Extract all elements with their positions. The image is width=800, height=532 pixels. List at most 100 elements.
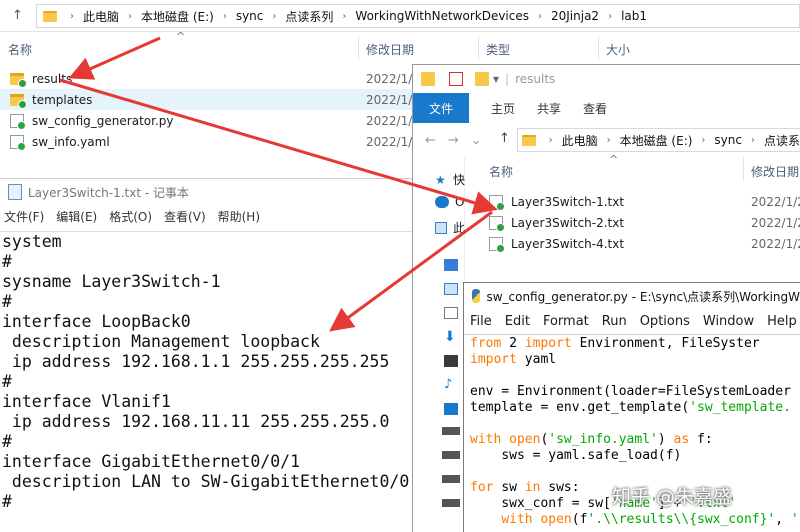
sync-check-icon: [496, 201, 505, 211]
column-divider[interactable]: [358, 36, 359, 60]
menu-help[interactable]: 帮助(H): [218, 208, 260, 225]
file-row-layer3switch-2[interactable]: Layer3Switch-2.txt 2022/1/2: [489, 212, 800, 233]
notepad-line: interface LoopBack0: [2, 312, 191, 331]
nav-quick-access[interactable]: ★ 快: [435, 171, 465, 188]
file-row-results[interactable]: results 2022/1/: [0, 68, 420, 89]
file-row-generator[interactable]: sw_config_generator.py 2022/1/: [0, 110, 420, 131]
chevron-right-icon: ›: [70, 10, 74, 22]
drive-icon[interactable]: [442, 451, 460, 459]
navigation-pane: ★ 快 O 此 ⬇ ♪: [413, 157, 465, 532]
menu-file[interactable]: 文件(F): [4, 208, 44, 225]
menu-run[interactable]: Run: [602, 314, 627, 329]
nav-label: 快: [452, 173, 465, 187]
menu-format[interactable]: 格式(O): [109, 208, 152, 225]
column-type[interactable]: 类型: [486, 36, 510, 62]
customize-dropdown-icon[interactable]: ▾: [493, 72, 499, 86]
breadcrumb-item[interactable]: WorkingWithNetworkDevices: [355, 9, 529, 23]
notepad-text-area[interactable]: system # sysname Layer3Switch-1 # interface …: [0, 231, 412, 532]
file-row-swinfo[interactable]: sw_info.yaml 2022/1/: [0, 131, 420, 152]
file-name: Layer3Switch-1.txt: [511, 194, 625, 209]
sync-check-icon: [496, 222, 505, 232]
results-address-box[interactable]: › 此电脑 › 本地磁盘 (E:) › sync › 点读系: [517, 128, 800, 152]
nav-this-pc[interactable]: 此: [435, 219, 465, 236]
code-line: from 2 import Environment, FileSyster: [470, 336, 760, 351]
menu-options[interactable]: Options: [640, 314, 690, 329]
menu-help[interactable]: Help: [767, 314, 797, 329]
new-folder-icon[interactable]: [475, 72, 489, 86]
breadcrumb-item[interactable]: 点读系列: [285, 8, 333, 25]
column-modified[interactable]: 修改日期: [751, 163, 799, 180]
file-name: results: [32, 71, 73, 86]
column-divider[interactable]: [478, 36, 479, 60]
breadcrumb-item[interactable]: lab1: [621, 9, 647, 23]
breadcrumb-item[interactable]: 20Jinja2: [551, 9, 599, 23]
drive-icon[interactable]: [442, 475, 460, 483]
tab-view[interactable]: 查看: [583, 100, 607, 117]
column-divider[interactable]: [598, 36, 599, 60]
yaml-file-icon: [10, 134, 26, 151]
breadcrumb-item[interactable]: sync: [714, 133, 742, 147]
column-modified[interactable]: 修改日期: [366, 36, 414, 62]
breadcrumb-item[interactable]: 本地磁盘 (E:): [141, 8, 214, 25]
notepad-line: interface Vlanif1: [2, 392, 171, 411]
tab-share[interactable]: 共享: [537, 100, 561, 117]
file-row-layer3switch-4[interactable]: Layer3Switch-4.txt 2022/1/2: [489, 233, 800, 254]
properties-icon[interactable]: [449, 72, 463, 86]
cloud-icon: [435, 196, 449, 208]
breadcrumb-item[interactable]: 此电脑: [562, 132, 598, 149]
back-forward-icons[interactable]: ←→⌄: [425, 133, 494, 148]
menu-view[interactable]: 查看(V): [164, 208, 206, 225]
nav-onedrive[interactable]: O: [435, 195, 465, 209]
idle-titlebar[interactable]: sw_config_generator.py - E:\sync\点读系列\Wo…: [464, 283, 800, 309]
chevron-right-icon: ›: [342, 10, 347, 22]
results-titlebar[interactable]: ▾ | results: [413, 65, 800, 93]
code-line: env = Environment(loader=FileSystemLoade…: [470, 384, 791, 399]
pictures-icon[interactable]: [444, 283, 458, 295]
tab-home[interactable]: 主页: [491, 100, 515, 117]
address-box[interactable]: › 此电脑 › 本地磁盘 (E:) › sync › 点读系列 › Workin…: [36, 4, 800, 28]
column-name[interactable]: 名称: [489, 163, 513, 180]
menu-edit[interactable]: Edit: [505, 314, 530, 329]
notepad-window: Layer3Switch-1.txt - 记事本 文件(F) 编辑(E) 格式(…: [0, 178, 412, 532]
chevron-right-icon: ›: [606, 134, 611, 146]
column-size[interactable]: 大小: [606, 36, 630, 62]
up-arrow-icon[interactable]: ↑: [12, 8, 23, 23]
breadcrumb-item[interactable]: 本地磁盘 (E:): [620, 132, 693, 149]
folder-icon: [43, 10, 57, 22]
column-name[interactable]: 名称: [8, 36, 32, 62]
code-line: sws = yaml.safe_load(f): [501, 448, 682, 463]
notepad-menubar: 文件(F) 编辑(E) 格式(O) 查看(V) 帮助(H): [0, 205, 412, 227]
breadcrumb-item[interactable]: 点读系: [764, 132, 800, 149]
file-date: 2022/1/: [366, 113, 413, 128]
notepad-line: #: [2, 432, 12, 451]
file-row-layer3switch-1[interactable]: Layer3Switch-1.txt 2022/1/2: [489, 191, 800, 212]
drive-icon[interactable]: [442, 427, 460, 435]
menu-edit[interactable]: 编辑(E): [56, 208, 97, 225]
music-icon[interactable]: ♪: [444, 378, 458, 391]
notepad-icon: [8, 184, 22, 200]
desktop-icon[interactable]: [444, 259, 458, 271]
idle-menubar: File Edit Format Run Options Window Help: [464, 309, 800, 335]
up-arrow-icon[interactable]: ↑: [499, 131, 510, 146]
column-divider[interactable]: [743, 157, 744, 181]
videos-icon[interactable]: [444, 355, 458, 367]
menu-file[interactable]: File: [470, 314, 492, 329]
code-line: with open(f'.\\results\\{swx_conf}', ': [501, 512, 799, 527]
notepad-titlebar[interactable]: Layer3Switch-1.txt - 记事本: [0, 179, 412, 205]
file-name: templates: [32, 92, 93, 107]
documents-icon[interactable]: [444, 307, 458, 319]
drive-icon[interactable]: [442, 499, 460, 507]
breadcrumb-item[interactable]: sync: [236, 9, 264, 23]
file-name: Layer3Switch-4.txt: [511, 236, 625, 251]
notepad-line: description LAN to SW-GigabitEthernet0/0: [2, 472, 410, 491]
downloads-icon[interactable]: ⬇: [444, 330, 458, 344]
breadcrumb-item[interactable]: 此电脑: [83, 8, 119, 25]
windows-icon[interactable]: [444, 403, 458, 415]
sort-up-icon: ^: [609, 153, 619, 166]
tab-file[interactable]: 文件: [413, 93, 469, 123]
file-row-templates[interactable]: templates 2022/1/: [0, 89, 420, 110]
menu-window[interactable]: Window: [703, 314, 754, 329]
menu-format[interactable]: Format: [543, 314, 589, 329]
chevron-right-icon: ›: [701, 134, 706, 146]
